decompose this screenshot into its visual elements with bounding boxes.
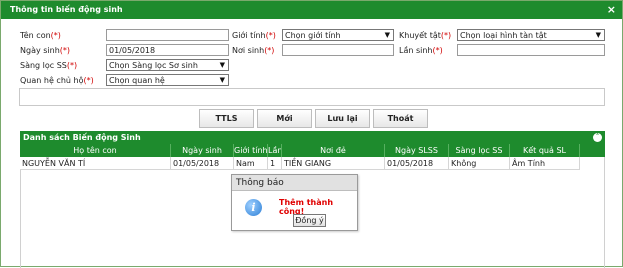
table-cell[interactable]: Âm Tính <box>510 157 580 170</box>
column-header[interactable]: Sàng lọc SS <box>449 144 510 157</box>
collapse-icon[interactable]: ˄ <box>593 133 602 142</box>
exit-button[interactable]: Thoát <box>373 109 428 128</box>
grid-title: Danh sách Biến động Sinh <box>23 133 141 142</box>
ttls-button[interactable]: TTLS <box>199 109 254 128</box>
chevron-down-icon: ▼ <box>219 61 225 69</box>
khuyet-tat-label: Khuyết tật(*) <box>399 31 452 40</box>
table-cell[interactable]: Không <box>449 157 510 170</box>
ngay-sinh-input[interactable]: 01/05/2018 <box>106 44 229 56</box>
khuyet-tat-select[interactable]: Chọn loại hình tàn tật ▼ <box>457 29 605 41</box>
ten-con-label: Tên con(*) <box>20 31 61 40</box>
chevron-down-icon: ▼ <box>219 76 225 84</box>
column-header[interactable]: Nơi đẻ <box>282 144 385 157</box>
lan-sinh-label: Lần sinh(*) <box>399 46 443 55</box>
column-header[interactable]: Giới tính <box>234 144 268 157</box>
quan-he-select[interactable]: Chọn quan hệ ▼ <box>106 74 229 86</box>
window-title: Thông tin biến động sinh <box>10 5 123 14</box>
column-header[interactable]: Kết quả SL <box>510 144 580 157</box>
ngay-sinh-label: Ngày sinh(*) <box>20 46 71 55</box>
dialog-title: Thông báo <box>232 175 357 191</box>
column-header[interactable]: Ngày SLSS <box>385 144 449 157</box>
table-cell[interactable]: 01/05/2018 <box>385 157 449 170</box>
new-button[interactable]: Mới <box>257 109 312 128</box>
table-cell[interactable]: NGUYỄN VĂN TÍ <box>20 157 171 170</box>
window-titlebar: Thông tin biến động sinh × <box>1 1 622 19</box>
info-area[interactable] <box>19 88 605 106</box>
notification-dialog: Thông báo i Thêm thành công! Đồng ý <box>231 174 358 231</box>
info-icon: i <box>245 199 262 216</box>
quan-he-label: Quan hệ chủ hộ(*) <box>20 76 94 85</box>
noi-sinh-label: Nơi sinh(*) <box>232 46 275 55</box>
close-icon[interactable]: × <box>607 3 616 16</box>
ok-button[interactable]: Đồng ý <box>293 214 326 227</box>
chevron-down-icon: ▼ <box>595 31 601 39</box>
lan-sinh-input[interactable] <box>457 44 605 56</box>
column-header[interactable]: Lần <box>268 144 282 157</box>
chevron-down-icon: ▼ <box>384 31 390 39</box>
column-header[interactable]: Họ tên con <box>20 144 171 157</box>
column-header-filler <box>580 144 605 157</box>
save-button[interactable]: Lưu lại <box>315 109 370 128</box>
grid-header: Danh sách Biến động Sinh ˄ <box>20 131 605 144</box>
table-cell[interactable]: TIỀN GIANG <box>282 157 385 170</box>
gioi-tinh-label: Giới tính(*) <box>232 31 276 40</box>
table-cell[interactable]: 01/05/2018 <box>171 157 234 170</box>
sang-loc-select[interactable]: Chọn Sàng lọc Sơ sinh ▼ <box>106 59 229 71</box>
table-cell[interactable]: Nam <box>234 157 268 170</box>
dialog-window: Thông tin biến động sinh × Tên con(*) Gi… <box>0 0 623 268</box>
column-header[interactable]: Ngày sinh <box>171 144 234 157</box>
ten-con-input[interactable] <box>106 29 229 41</box>
sang-loc-label: Sàng lọc SS(*) <box>20 61 78 70</box>
table-cell[interactable]: 1 <box>268 157 282 170</box>
gioi-tinh-select[interactable]: Chọn giới tính ▼ <box>282 29 394 41</box>
noi-sinh-input[interactable] <box>282 44 394 56</box>
